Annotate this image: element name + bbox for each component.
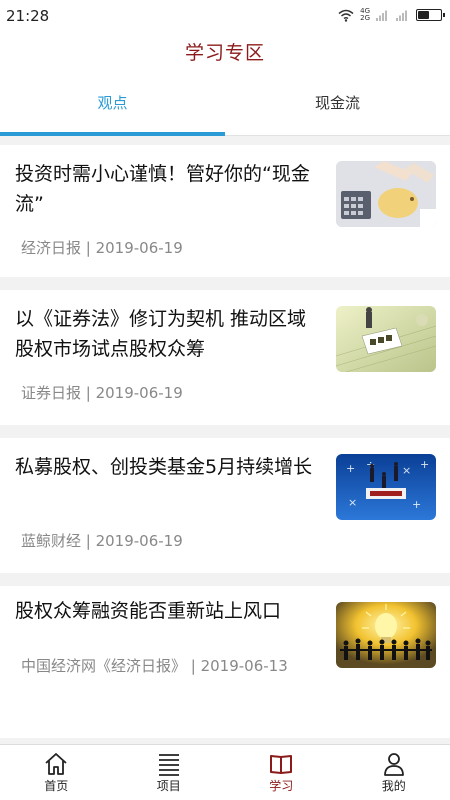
- signal-icon-2: [396, 10, 407, 21]
- crowdfunding-lightbulb-icon: [336, 602, 436, 668]
- nav-mine[interactable]: 我的: [338, 745, 450, 800]
- nav-label: 我的: [381, 779, 406, 793]
- user-icon: [383, 753, 404, 776]
- status-time: 21:28: [6, 7, 50, 25]
- svg-text:+: +: [412, 498, 421, 511]
- tab-bar: 观点 现金流: [0, 74, 450, 136]
- news-meta: 中国经济网《经济日报》 | 2019-06-13: [21, 657, 288, 675]
- news-meta: 经济日报 | 2019-06-19: [21, 239, 183, 257]
- nav-label: 首页: [44, 779, 69, 793]
- news-item[interactable]: 投资时需小心谨慎！管好你的“现金流” 经济日报 | 2019-06-19: [0, 145, 450, 277]
- svg-text:×: ×: [402, 464, 411, 477]
- securities-law-icon: [336, 306, 436, 372]
- home-icon: [45, 753, 67, 775]
- tab-viewpoint[interactable]: 观点: [0, 74, 225, 136]
- news-meta: 蓝鲸财经 | 2019-06-19: [21, 532, 183, 550]
- nav-home[interactable]: 首页: [0, 745, 113, 800]
- news-item[interactable]: 私募股权、创投类基金5月持续增长 蓝鲸财经 | 2019-06-19 + ÷ × + …: [0, 438, 450, 573]
- battery-level: [418, 11, 429, 19]
- signal-icon: [376, 10, 387, 21]
- status-icons: 4G 2G: [338, 8, 445, 22]
- news-title: 以《证券法》修订为契机 推动区域股权市场试点股权众筹: [15, 308, 307, 360]
- private-fund-icon: + ÷ × + × +: [336, 454, 436, 520]
- news-title: 股权众筹融资能否重新站上风口: [15, 600, 282, 622]
- page-title: 学习专区: [184, 42, 265, 64]
- book-icon: [270, 755, 293, 774]
- bottom-nav: 首页 项目 学习 我的: [0, 744, 450, 800]
- piggy-bank-calculator-icon: [336, 161, 436, 227]
- news-item[interactable]: 以《证券法》修订为契机 推动区域股权市场试点股权众筹 证券日报 | 2019-0…: [0, 290, 450, 425]
- nav-projects[interactable]: 项目: [113, 745, 226, 800]
- svg-text:+: +: [346, 462, 355, 475]
- news-item[interactable]: 股权众筹融资能否重新站上风口 中国经济网《经济日报》 | 2019-06-13: [0, 586, 450, 738]
- network-type-bottom: 2G: [360, 14, 370, 22]
- svg-text:+: +: [420, 458, 429, 471]
- status-bar: 21:28 4G 2G: [0, 0, 450, 32]
- svg-text:×: ×: [348, 496, 357, 509]
- battery-icon: [416, 9, 445, 21]
- news-title: 私募股权、创投类基金5月持续增长: [15, 456, 313, 478]
- app-header: 学习专区: [0, 32, 450, 74]
- news-list: 投资时需小心谨慎！管好你的“现金流” 经济日报 | 2019-06-19 以《证…: [0, 145, 450, 751]
- network-type: 4G 2G: [360, 8, 370, 22]
- tab-cash-flow[interactable]: 现金流: [225, 74, 450, 135]
- news-meta: 证券日报 | 2019-06-19: [21, 384, 183, 402]
- nav-label: 学习: [269, 779, 294, 793]
- wifi-icon: [338, 9, 354, 22]
- nav-study[interactable]: 学习: [225, 745, 338, 800]
- list-icon: [158, 754, 179, 776]
- nav-label: 项目: [156, 779, 181, 793]
- news-title: 投资时需小心谨慎！管好你的“现金流”: [15, 163, 310, 215]
